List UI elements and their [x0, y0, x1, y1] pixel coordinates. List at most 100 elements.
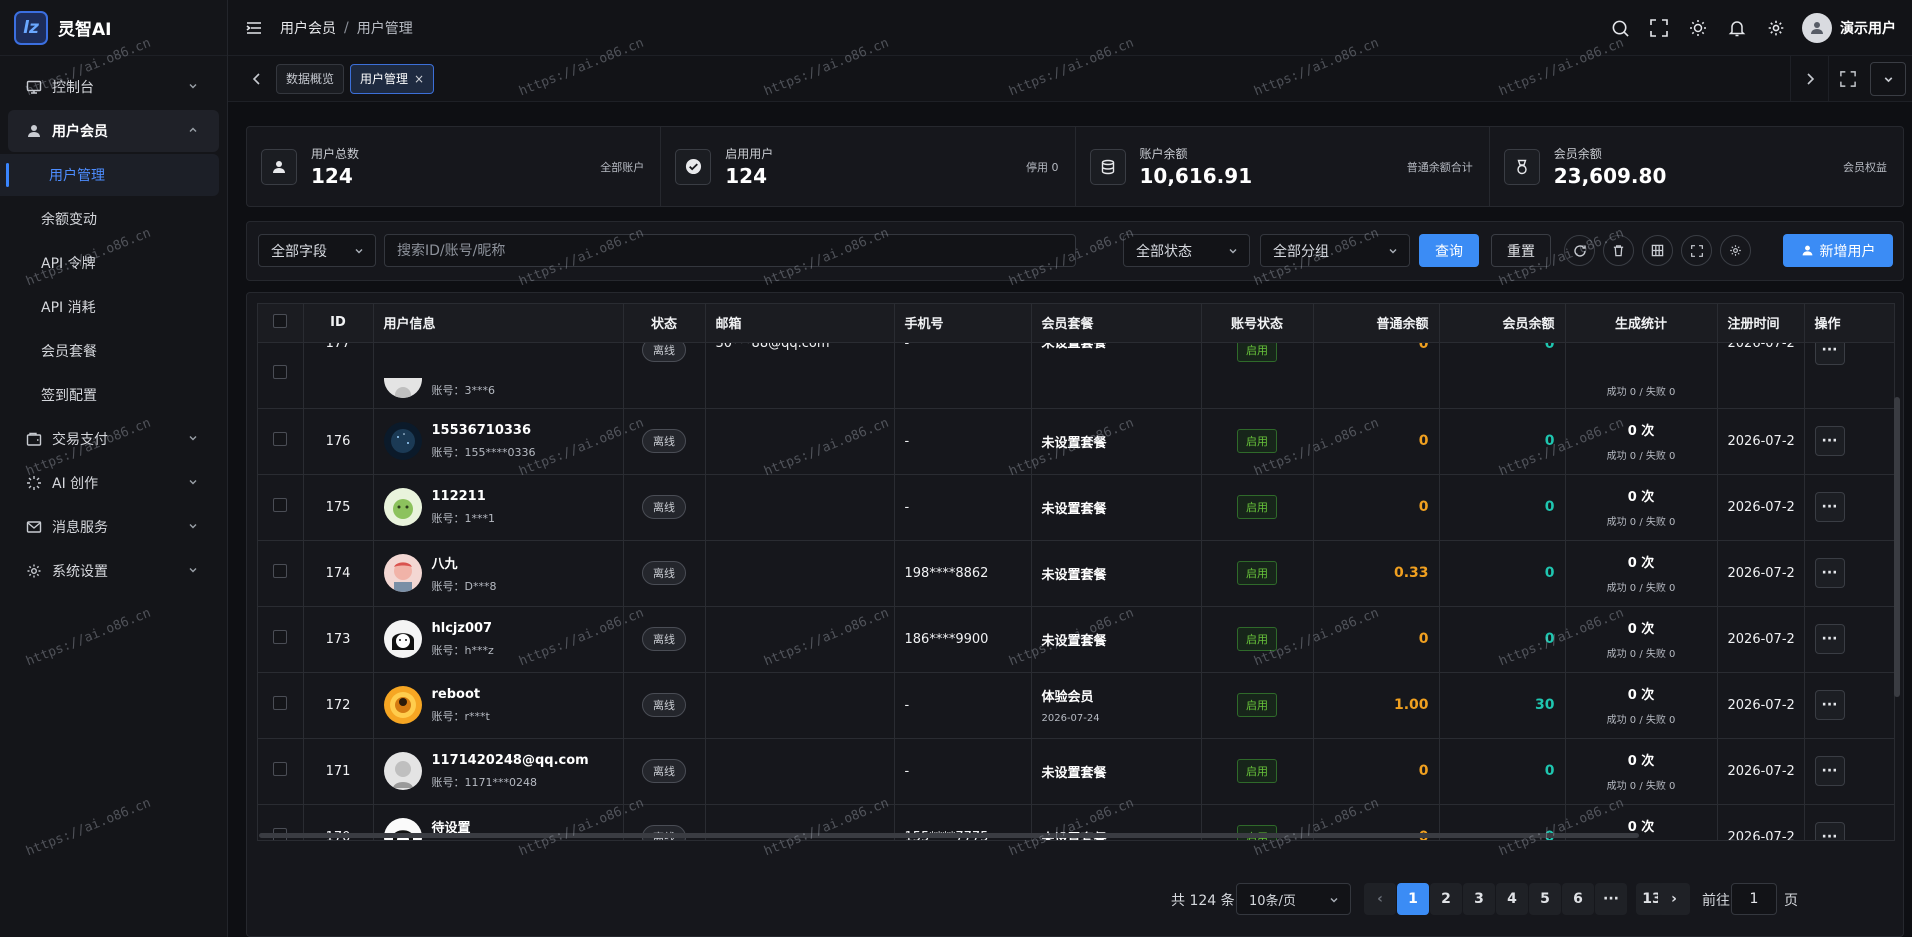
fullscreen-icon[interactable] — [1828, 56, 1866, 102]
next-page-button[interactable]: › — [1658, 883, 1690, 915]
sun-icon[interactable] — [1688, 18, 1708, 38]
sidebar-item-dashboard[interactable]: 控制台 — [8, 66, 219, 108]
app-root: lz 灵智AI 控制台 用户会员 用户管理 余额变动 API 令牌 API 消耗… — [0, 0, 1912, 937]
table-row[interactable]: 176 15536710336 账号：155****0336 离线 - 未设置套餐 启用 0 0… — [258, 408, 1894, 475]
sidebar-item-member-plans[interactable]: 会员套餐 — [0, 330, 219, 372]
reset-button[interactable]: 重置 — [1491, 234, 1551, 267]
sidebar-item-label: 余额变动 — [41, 212, 97, 228]
row-checkbox[interactable] — [273, 696, 288, 710]
status-select[interactable]: 全部状态 — [1123, 234, 1250, 267]
sidebar-item-payments[interactable]: 交易支付 — [8, 418, 219, 460]
row-checkbox[interactable] — [273, 364, 288, 379]
refresh-icon[interactable] — [1564, 235, 1595, 266]
more-actions-button[interactable]: ··· — [1814, 426, 1845, 456]
more-actions-button[interactable]: ··· — [1814, 558, 1845, 588]
sidebar-item-api-usage[interactable]: API 消耗 — [0, 286, 219, 328]
stat-label: 会员余额 — [1553, 147, 1602, 161]
page-button[interactable]: 5 — [1529, 883, 1561, 915]
row-checkbox[interactable] — [273, 564, 288, 578]
user-menu[interactable]: 演示用户 — [1802, 13, 1896, 43]
table-row[interactable]: 172 reboot 账号：r***t 离线 - 体验会员 2026-07-24 启用 1.00… — [258, 672, 1894, 739]
sidebar-item-user-management[interactable]: 用户管理 — [0, 154, 219, 196]
fullscreen-icon[interactable] — [1681, 235, 1712, 266]
fullscreen-icon[interactable] — [1649, 18, 1669, 38]
avatar — [383, 488, 422, 526]
more-actions-button[interactable]: ··· — [1814, 756, 1845, 786]
pagination: 共 124 条 10条/页 ‹ 123456···13 › 前往 页 — [247, 883, 1903, 915]
page-button[interactable]: 1 — [1397, 883, 1429, 915]
chevron-right-icon[interactable] — [1790, 56, 1828, 102]
chevron-left-icon[interactable] — [250, 72, 264, 86]
column-header-member-balance[interactable]: 会员余额 — [1439, 304, 1566, 343]
page-button[interactable]: ··· — [1595, 883, 1627, 915]
sidebar-item-balance-changes[interactable]: 余额变动 — [0, 198, 219, 240]
brand[interactable]: lz 灵智AI — [0, 0, 227, 56]
select-all-checkbox[interactable] — [273, 313, 288, 328]
page-button[interactable]: 3 — [1463, 883, 1495, 915]
user-icon — [1811, 22, 1823, 34]
vertical-scrollbar[interactable] — [1894, 397, 1900, 697]
more-actions-button[interactable]: ··· — [1814, 822, 1845, 840]
column-header-balance[interactable]: 普通余额 — [1313, 304, 1440, 343]
user-text: 账号：3***6 — [432, 376, 496, 398]
page-button[interactable]: 4 — [1496, 883, 1528, 915]
goto-page-input[interactable] — [1731, 883, 1777, 915]
gear-icon[interactable] — [1766, 18, 1786, 38]
sidebar-item-messages[interactable]: 消息服务 — [8, 506, 219, 548]
user-icon — [261, 148, 297, 185]
query-button[interactable]: 查询 — [1419, 234, 1479, 267]
cell-status: 离线 — [623, 606, 706, 673]
gen-sub: 成功 0 / 失败 0 — [1606, 583, 1676, 594]
chevron-down-icon[interactable] — [1870, 62, 1906, 96]
row-checkbox[interactable] — [273, 762, 288, 776]
row-checkbox[interactable] — [273, 498, 288, 512]
columns-icon[interactable] — [1642, 235, 1673, 266]
user-text: 1171420248@qq.com 账号：1171***0248 — [432, 753, 589, 790]
cell-reg-time: 2026-07-2 — [1717, 804, 1805, 840]
top-header: 用户会员 / 用户管理 演示用户 — [228, 0, 1912, 56]
more-actions-button[interactable]: ··· — [1814, 342, 1845, 365]
field-select[interactable]: 全部字段 — [258, 234, 376, 267]
sidebar-item-api-tokens[interactable]: API 令牌 — [0, 242, 219, 284]
table-row[interactable]: 173 hlcjz007 账号：h***z 离线 186****9900 未设置套餐 启用 0… — [258, 606, 1894, 673]
member-balance-value: 0 — [1544, 342, 1555, 352]
wallet-icon — [26, 431, 42, 447]
horizontal-scrollbar[interactable] — [259, 833, 1639, 838]
sidebar-item-users[interactable]: 用户会员 — [8, 110, 219, 152]
search-input[interactable] — [384, 234, 1076, 267]
more-actions-button[interactable]: ··· — [1814, 624, 1845, 654]
add-user-button[interactable]: 新增用户 — [1783, 234, 1893, 267]
more-actions-button[interactable]: ··· — [1814, 492, 1845, 522]
trash-icon[interactable] — [1603, 235, 1634, 266]
table-row[interactable]: 177 账号：3***6 离线 30***88@qq.com - 未设置套餐 启用 0 0 成功 … — [258, 342, 1894, 409]
row-checkbox[interactable] — [273, 432, 288, 446]
table-row[interactable]: 175 112211 账号：1***1 离线 - 未设置套餐 启用 0 0 0 次成功 0 / 失… — [258, 474, 1894, 541]
page-button[interactable]: 6 — [1562, 883, 1594, 915]
cell-actions: ··· — [1804, 342, 1894, 409]
gen-sub: 成功 0 / 失败 0 — [1606, 451, 1676, 462]
prev-page-button[interactable]: ‹ — [1364, 883, 1396, 915]
more-actions-button[interactable]: ··· — [1814, 690, 1845, 720]
group-select[interactable]: 全部分组 — [1260, 234, 1410, 267]
tab-overview[interactable]: 数据概览 — [276, 63, 345, 94]
table-row[interactable]: 174 八九 账号：D***8 离线 198****8862 未设置套餐 启用 0.33 0 0 … — [258, 540, 1894, 607]
gear-icon[interactable] — [1720, 235, 1751, 266]
page-size-select[interactable]: 10条/页 — [1236, 883, 1351, 915]
tab-user-management[interactable]: 用户管理 × — [350, 63, 435, 94]
table-row[interactable]: 171 1171420248@qq.com 账号：1171***0248 离线 - 未设置… — [258, 738, 1894, 805]
breadcrumb-item[interactable]: 用户会员 — [280, 18, 336, 38]
search-icon[interactable] — [1610, 18, 1630, 38]
column-header-reg-time[interactable]: 注册时间 — [1717, 304, 1805, 343]
page-button[interactable]: 2 — [1430, 883, 1462, 915]
bell-icon[interactable] — [1727, 18, 1747, 38]
chevron-up-icon — [189, 127, 197, 132]
menu-toggle-icon[interactable] — [246, 21, 262, 35]
row-checkbox[interactable] — [273, 630, 288, 644]
sidebar-item-ai-create[interactable]: AI 创作 — [8, 462, 219, 504]
sidebar-item-settings[interactable]: 系统设置 — [8, 550, 219, 592]
sidebar-item-checkin-config[interactable]: 签到配置 — [0, 374, 219, 416]
close-icon[interactable]: × — [414, 72, 424, 86]
enabled-badge: 启用 — [1237, 693, 1277, 717]
cell-member-balance: 0 — [1439, 342, 1566, 409]
column-header-id[interactable]: ID — [303, 304, 374, 343]
